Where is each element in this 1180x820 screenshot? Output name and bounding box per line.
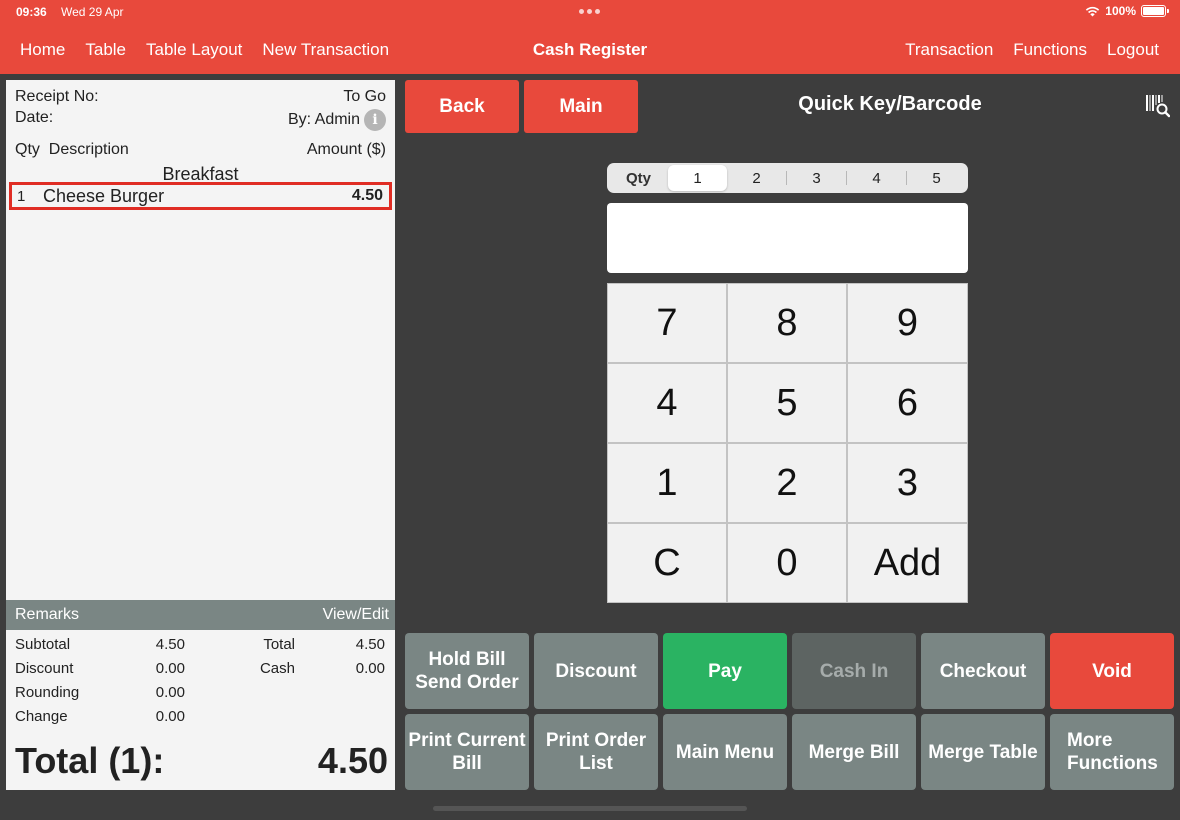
key-5[interactable]: 5	[727, 363, 847, 443]
discount-button[interactable]: Discount	[534, 633, 658, 709]
cash-value: 0.00	[355, 660, 385, 677]
print-order-list-button[interactable]: Print Order List	[534, 714, 658, 790]
total-label: Total	[263, 636, 295, 653]
key-add[interactable]: Add	[847, 523, 968, 603]
main-menu-button[interactable]: Main Menu	[663, 714, 787, 790]
qty-option-2[interactable]: 2	[727, 165, 786, 191]
print-current-label-2: Bill	[452, 753, 482, 774]
discount-label: Discount	[15, 660, 74, 677]
key-clear[interactable]: C	[607, 523, 727, 603]
rounding-label: Rounding	[15, 684, 80, 701]
top-bar: 09:36 Wed 29 Apr 100% Home Table Table L…	[0, 0, 1180, 74]
key-2[interactable]: 2	[727, 443, 847, 523]
quick-key-title: Quick Key/Barcode	[798, 93, 982, 115]
key-9[interactable]: 9	[847, 283, 968, 363]
qty-label: Qty	[625, 169, 651, 187]
order-type: To Go	[343, 88, 386, 105]
nav-right: Transaction Functions Logout	[905, 40, 1159, 60]
staff-info: By: Admin i	[288, 109, 386, 131]
totals-panel: Subtotal 4.50 Discount 0.00 Rounding 0.0…	[6, 630, 395, 790]
item-amount: 4.50	[351, 187, 383, 204]
nav-transaction[interactable]: Transaction	[905, 40, 993, 60]
col-description: Description	[48, 141, 129, 158]
receipt-date-row: Date: By: Admin i	[15, 109, 386, 131]
nav-table[interactable]: Table	[85, 40, 126, 60]
item-qty: 1	[17, 187, 26, 205]
barcode-entry-field[interactable]	[607, 203, 968, 273]
subtotal-value: 4.50	[155, 636, 185, 653]
main-button[interactable]: Main	[524, 80, 638, 133]
wifi-icon	[1086, 6, 1100, 16]
by-label: By: Admin	[287, 111, 360, 129]
multitask-dots-icon[interactable]	[579, 9, 600, 14]
print-current-bill-button[interactable]: Print Current Bill	[405, 714, 529, 790]
rounding-value: 0.00	[155, 684, 185, 701]
key-3[interactable]: 3	[847, 443, 968, 523]
battery-icon	[1141, 5, 1169, 17]
grand-total: Total (1): 4.50	[15, 740, 388, 782]
receipt-header-row: Receipt No: To Go	[15, 88, 386, 106]
battery-percent: 100%	[1105, 4, 1136, 18]
more-functions-button[interactable]: More Functions	[1050, 714, 1174, 790]
receipt-no-label: Receipt No:	[15, 88, 99, 105]
grand-total-label: Total (1):	[15, 740, 165, 781]
qty-option-1[interactable]: 1	[668, 165, 727, 191]
void-button[interactable]: Void	[1050, 633, 1174, 709]
total-value: 4.50	[355, 636, 385, 653]
pay-button[interactable]: Pay	[663, 633, 787, 709]
key-4[interactable]: 4	[607, 363, 727, 443]
print-current-label-1: Print Current	[408, 730, 526, 751]
key-0[interactable]: 0	[727, 523, 847, 603]
merge-bill-button[interactable]: Merge Bill	[792, 714, 916, 790]
status-right: 100%	[1085, 4, 1169, 18]
merge-table-button[interactable]: Merge Table	[921, 714, 1045, 790]
barcode-search-icon[interactable]	[1146, 94, 1170, 118]
qty-option-4[interactable]: 4	[847, 165, 906, 191]
remarks-bar[interactable]: Remarks View/Edit	[6, 600, 395, 630]
subtotal-label: Subtotal	[15, 636, 71, 653]
cash-in-button[interactable]: Cash In	[792, 633, 916, 709]
checkout-button[interactable]: Checkout	[921, 633, 1045, 709]
nav-home[interactable]: Home	[20, 40, 65, 60]
remarks-label: Remarks	[15, 606, 80, 623]
hold-bill-send-order-button[interactable]: Hold Bill Send Order	[405, 633, 529, 709]
print-order-label-2: List	[579, 753, 613, 774]
status-date: Wed 29 Apr	[61, 5, 124, 19]
key-8[interactable]: 8	[727, 283, 847, 363]
more-label-2: Functions	[1067, 753, 1158, 774]
key-7[interactable]: 7	[607, 283, 727, 363]
send-order-label: Send Order	[415, 672, 519, 693]
qty-option-5[interactable]: 5	[907, 165, 966, 191]
nav-logout[interactable]: Logout	[1107, 40, 1159, 60]
status-time: 09:36	[16, 5, 47, 19]
receipt-panel: Receipt No: To Go Date: By: Admin i Qty D…	[6, 80, 395, 600]
key-6[interactable]: 6	[847, 363, 968, 443]
nav-table-layout[interactable]: Table Layout	[146, 40, 242, 60]
print-order-label-1: Print Order	[545, 730, 647, 751]
home-indicator[interactable]	[433, 806, 747, 811]
info-icon[interactable]: i	[364, 109, 386, 131]
change-label: Change	[15, 708, 68, 725]
back-button[interactable]: Back	[405, 80, 519, 133]
keypad: 7 8 9 4 5 6 1 2 3 C 0 Add	[607, 283, 968, 603]
discount-value: 0.00	[155, 660, 185, 677]
col-qty: Qty	[15, 141, 40, 158]
qty-selector: Qty 1 2 3 4 5	[607, 163, 968, 193]
nav-functions[interactable]: Functions	[1013, 40, 1087, 60]
receipt-columns: Qty Description Amount ($)	[15, 141, 386, 159]
hold-bill-label: Hold Bill	[428, 649, 506, 670]
remarks-edit-link[interactable]: View/Edit	[323, 606, 389, 624]
grand-total-value: 4.50	[317, 740, 388, 781]
qty-option-3[interactable]: 3	[787, 165, 846, 191]
item-description: Cheese Burger	[43, 185, 165, 206]
cash-label: Cash	[259, 660, 295, 677]
list-item[interactable]: 1 Cheese Burger 4.50	[9, 182, 392, 210]
date-label: Date:	[15, 109, 54, 126]
col-amount: Amount ($)	[306, 141, 386, 158]
change-value: 0.00	[155, 708, 185, 725]
nav-left: Home Table Table Layout New Transaction	[20, 40, 389, 60]
more-label-1: More	[1067, 730, 1113, 751]
key-1[interactable]: 1	[607, 443, 727, 523]
nav-new-transaction[interactable]: New Transaction	[262, 40, 389, 60]
